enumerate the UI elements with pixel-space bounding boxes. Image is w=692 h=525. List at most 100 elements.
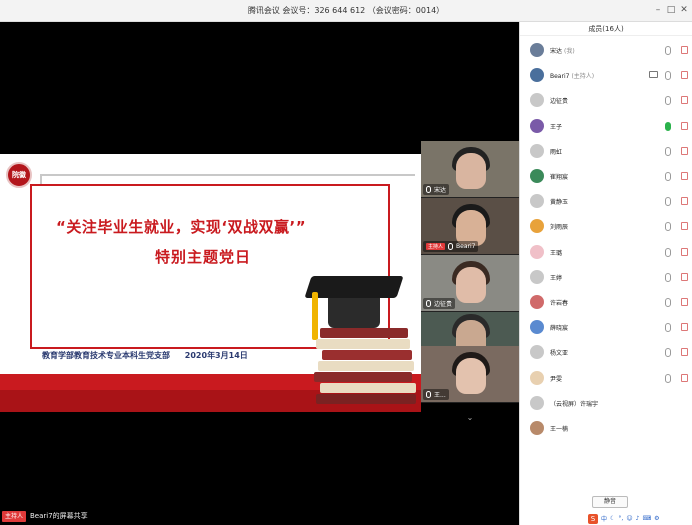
- camera-icon[interactable]: [681, 247, 688, 256]
- member-name: 王婷: [550, 273, 562, 282]
- member-row[interactable]: 宋达 (我): [520, 38, 692, 63]
- main-video-area: 院徽 “关注毕业生就业，实现‘双战双赢’” 特别主题党日 教育学部教育技术专业本…: [0, 22, 519, 502]
- slide-top-line: [40, 174, 415, 176]
- mic-icon[interactable]: [665, 348, 671, 358]
- member-row[interactable]: Beari7 (主持人): [520, 63, 692, 88]
- camera-icon[interactable]: [681, 46, 688, 54]
- mic-icon[interactable]: [665, 121, 671, 131]
- video-thumbnail[interactable]: 王...: [421, 346, 519, 403]
- mic-icon[interactable]: [665, 96, 671, 106]
- member-name-text: 尹雯: [550, 375, 563, 383]
- mic-icon[interactable]: [665, 197, 671, 207]
- status-bar: 主持人 Beari7的屏幕共享: [0, 507, 519, 525]
- member-name-text: 薛晓宸: [550, 325, 569, 333]
- cap-top: [304, 276, 404, 298]
- mic-icon[interactable]: [665, 323, 671, 333]
- camera-icon[interactable]: [681, 272, 688, 281]
- mic-icon: [448, 243, 454, 250]
- member-row[interactable]: 杨文亚: [520, 340, 692, 365]
- mic-icon[interactable]: [665, 298, 671, 307]
- member-row[interactable]: 黄静玉: [520, 189, 692, 214]
- member-row[interactable]: （云视屏）许瑞宇: [520, 391, 692, 416]
- avatar: [530, 93, 544, 108]
- member-row[interactable]: 许岩春: [520, 290, 692, 315]
- member-row[interactable]: 边征贵: [520, 88, 692, 113]
- video-thumbnail[interactable]: 主持人 Beari7: [421, 198, 519, 255]
- avatar: [530, 68, 544, 83]
- gear-icon[interactable]: ⚙: [654, 515, 659, 522]
- participant-face: [456, 153, 486, 189]
- mic-icon[interactable]: [665, 222, 671, 232]
- slide-subheadline: 特别主题党日: [155, 248, 252, 266]
- close-icon[interactable]: ✕: [678, 4, 690, 16]
- member-name: 雨虹: [550, 147, 562, 156]
- member-row[interactable]: 尹雯: [520, 366, 692, 391]
- member-row[interactable]: 王璐: [520, 240, 692, 265]
- maximize-icon[interactable]: □: [665, 4, 677, 16]
- mic-icon[interactable]: ♪: [636, 515, 640, 522]
- thumbnails-chevron-down-icon[interactable]: ⌄: [421, 411, 519, 425]
- avatar: [530, 194, 544, 209]
- member-row[interactable]: 薛晓宸: [520, 315, 692, 340]
- member-name: 尹雯: [550, 374, 562, 383]
- camera-icon[interactable]: [681, 172, 688, 180]
- avatar: [530, 370, 544, 385]
- member-row[interactable]: 崔翔宸: [520, 164, 692, 189]
- mic-icon[interactable]: [665, 46, 671, 55]
- camera-icon[interactable]: [681, 71, 688, 80]
- graduation-cap-books-illustration: [300, 264, 420, 412]
- input-method-icon[interactable]: S: [588, 513, 598, 524]
- keyboard-icon[interactable]: ⌨: [642, 515, 651, 522]
- mic-icon[interactable]: [665, 146, 671, 156]
- thumbnail-name: 边征贵: [434, 301, 453, 308]
- camera-icon[interactable]: [681, 348, 688, 357]
- mic-icon[interactable]: [665, 272, 671, 282]
- member-row[interactable]: 刘雨辰: [520, 214, 692, 239]
- mute-all-button[interactable]: 静音: [592, 496, 628, 508]
- screen-share-label: Beari7的屏幕共享: [30, 512, 88, 520]
- minimize-icon[interactable]: –: [652, 4, 664, 16]
- camera-icon[interactable]: [681, 121, 688, 130]
- punctuation-icon[interactable]: °,: [618, 515, 623, 522]
- video-thumbnail[interactable]: 宋达: [421, 141, 519, 198]
- moon-icon[interactable]: ☾: [610, 515, 615, 522]
- camera-icon[interactable]: [681, 373, 688, 382]
- members-panel: 成员(16人) 宋达 (我) Beari7 (主持人) 边征贵王子雨虹崔翔宸黄静玉刘雨辰…: [519, 22, 692, 525]
- emoji-icon[interactable]: ☺: [626, 515, 632, 522]
- book: [320, 328, 408, 338]
- camera-icon[interactable]: [681, 222, 688, 231]
- members-header: 成员(16人): [520, 22, 692, 36]
- video-thumbnail[interactable]: 边征贵: [421, 255, 519, 312]
- camera-icon[interactable]: [681, 146, 688, 155]
- member-row[interactable]: 王子: [520, 114, 692, 139]
- cap-base: [328, 294, 380, 328]
- member-row[interactable]: 王一楠: [520, 416, 692, 441]
- camera-icon[interactable]: [681, 323, 688, 332]
- member-role: (我): [564, 48, 575, 55]
- member-row[interactable]: 雨虹: [520, 139, 692, 164]
- camera-icon[interactable]: [681, 298, 688, 306]
- camera-icon[interactable]: [681, 197, 688, 206]
- ime-language[interactable]: 中: [601, 514, 607, 523]
- mic-icon[interactable]: [665, 373, 671, 383]
- thumbnail-name: Beari7: [456, 243, 476, 250]
- mic-icon[interactable]: [665, 172, 671, 181]
- book: [318, 361, 414, 371]
- member-name: 许岩春: [550, 298, 568, 307]
- member-name-text: 王子: [550, 123, 563, 131]
- slide-org: 教育学部教育技术专业本科生党支部: [42, 351, 170, 360]
- mic-icon[interactable]: [665, 247, 671, 257]
- member-name-text: （云视屏）许瑞宇: [550, 400, 599, 408]
- member-name: （云视屏）许瑞宇: [550, 399, 598, 408]
- member-row[interactable]: 王婷: [520, 265, 692, 290]
- mic-icon[interactable]: [665, 71, 671, 81]
- camera-icon[interactable]: [681, 96, 688, 105]
- book: [320, 383, 416, 393]
- slide-headline: “关注毕业生就业，实现‘双战双赢’”: [56, 218, 307, 236]
- thumbnail-name-bar: 主持人 Beari7: [423, 241, 479, 252]
- member-role: (主持人): [571, 73, 595, 81]
- book: [322, 350, 412, 360]
- member-name-text: 黄静玉: [550, 199, 569, 207]
- host-badge: 主持人: [2, 511, 27, 522]
- screen-share-icon: [649, 71, 658, 79]
